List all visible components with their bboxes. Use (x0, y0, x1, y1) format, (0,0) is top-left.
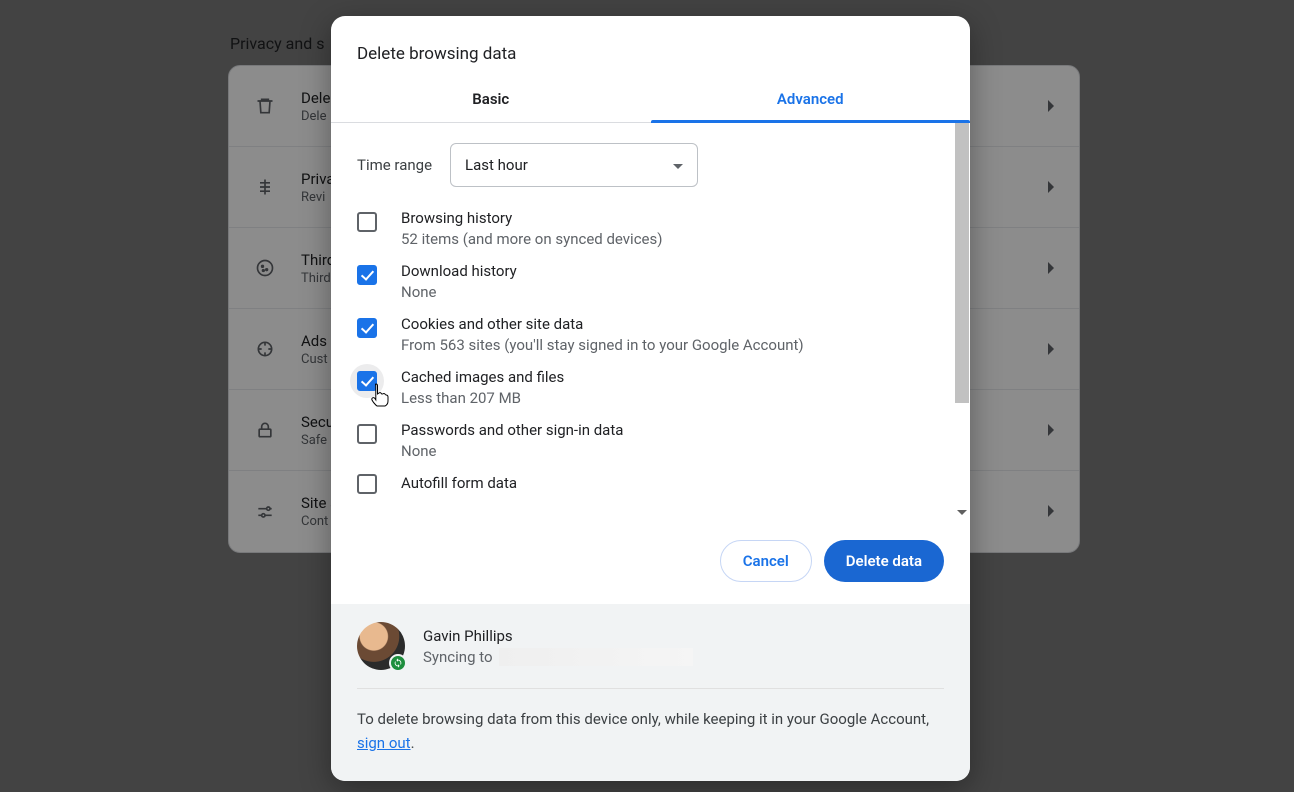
option-desc: 52 items (and more on synced devices) (401, 230, 662, 248)
option-checkbox[interactable] (357, 371, 377, 391)
option-desc: Less than 207 MB (401, 389, 564, 407)
redacted-email (499, 648, 693, 666)
option-checkbox[interactable] (357, 318, 377, 338)
option-title: Autofill form data (401, 474, 517, 492)
option-title: Passwords and other sign-in data (401, 421, 623, 439)
data-type-option: Cached images and files Less than 207 MB (357, 368, 944, 407)
data-type-option: Browsing history 52 items (and more on sy… (357, 209, 944, 248)
data-type-option: Cookies and other site data From 563 site… (357, 315, 944, 354)
delete-data-button[interactable]: Delete data (824, 540, 944, 582)
tab-basic[interactable]: Basic (331, 80, 651, 122)
time-range-select[interactable]: Last hour (450, 143, 698, 187)
option-checkbox[interactable] (357, 424, 377, 444)
dialog-title: Delete browsing data (331, 16, 970, 80)
option-title: Cached images and files (401, 368, 564, 386)
avatar (357, 622, 405, 670)
dialog-scroll-area: Time range Last hour Browsing history 52 … (331, 123, 970, 520)
option-checkbox[interactable] (357, 474, 377, 494)
sync-account-row: Gavin Phillips Syncing to (357, 622, 944, 689)
scrollbar-down-icon[interactable] (955, 506, 969, 520)
option-title: Browsing history (401, 209, 662, 227)
option-checkbox[interactable] (357, 265, 377, 285)
tab-advanced[interactable]: Advanced (651, 80, 971, 122)
scrollbar-thumb[interactable] (955, 123, 969, 403)
option-title: Download history (401, 262, 517, 280)
footer-text-pre: To delete browsing data from this device… (357, 710, 929, 728)
delete-browsing-data-dialog: Delete browsing data Basic Advanced Time… (331, 16, 970, 781)
sync-status: Syncing to (423, 648, 493, 666)
time-range-value: Last hour (465, 156, 528, 174)
option-desc: None (401, 283, 517, 301)
data-type-option: Download history None (357, 262, 944, 301)
option-checkbox[interactable] (357, 212, 377, 232)
dialog-tabs: Basic Advanced (331, 80, 970, 123)
footer-message: To delete browsing data from this device… (357, 707, 944, 755)
time-range-label: Time range (357, 156, 432, 174)
account-name: Gavin Phillips (423, 627, 693, 645)
sync-badge-icon (389, 654, 407, 672)
option-desc: From 563 sites (you'll stay signed in to… (401, 336, 804, 354)
dropdown-icon (673, 156, 683, 174)
cancel-button[interactable]: Cancel (720, 540, 812, 582)
option-title: Cookies and other site data (401, 315, 804, 333)
option-desc: None (401, 442, 623, 460)
footer-text-post: . (411, 734, 415, 752)
data-type-option: Passwords and other sign-in data None (357, 421, 944, 460)
data-type-option: Autofill form data (357, 474, 944, 494)
sign-out-link[interactable]: sign out (357, 734, 411, 752)
